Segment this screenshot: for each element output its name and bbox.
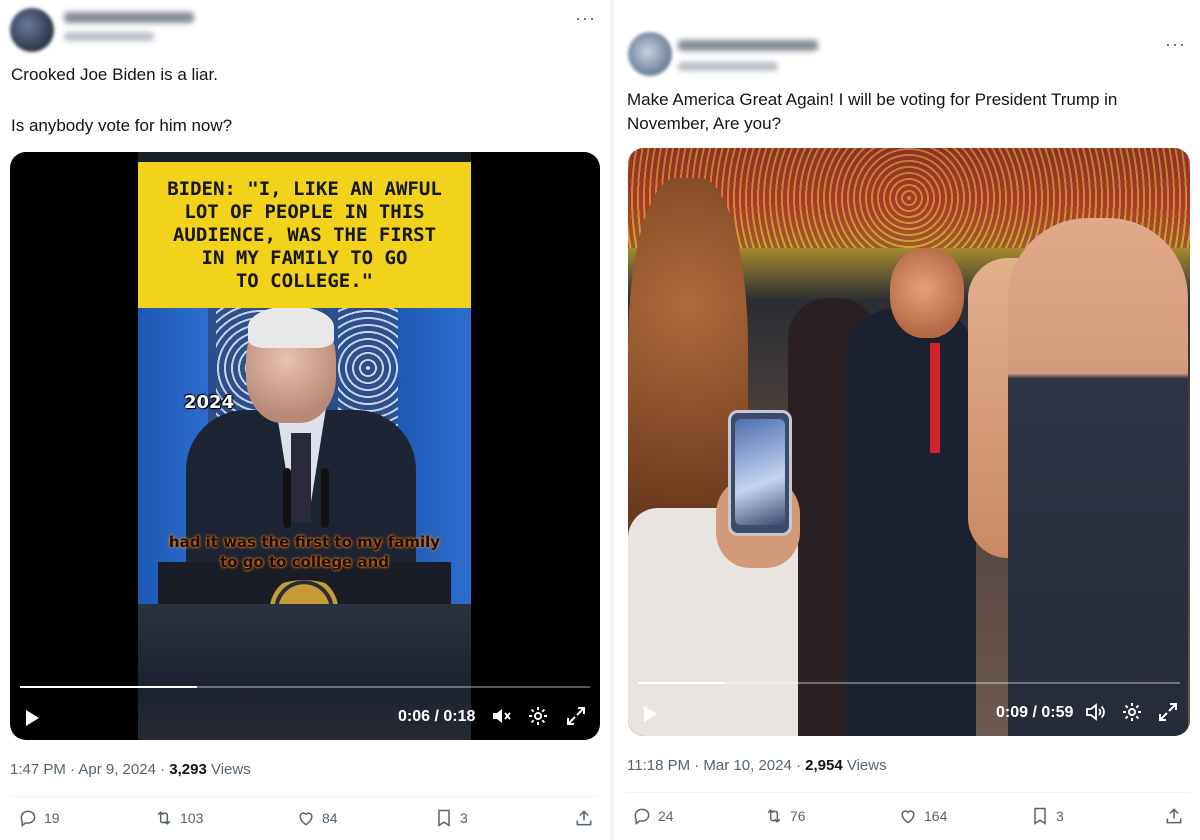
post-divider	[610, 0, 614, 840]
repost-count: 103	[180, 810, 204, 826]
tweet-timestamp[interactable]: 1:47 PM · Apr 9, 2024 ·	[10, 761, 169, 778]
author-handle-redacted[interactable]	[678, 62, 778, 71]
repost-button[interactable]: 103	[154, 808, 203, 828]
views-count: 2,954	[805, 757, 843, 774]
video-subtitle: had it was the first to my family to go …	[138, 532, 471, 572]
speaker-hair	[248, 308, 334, 348]
phone	[728, 410, 792, 536]
bookmark-count: 3	[460, 810, 468, 826]
tweet-right: ··· Make America Great Again! I will be …	[616, 0, 1200, 840]
heart-icon	[901, 810, 915, 824]
more-icon[interactable]: ···	[1165, 35, 1186, 53]
author-handle-redacted[interactable]	[64, 32, 154, 41]
microphone	[321, 468, 329, 528]
volume-icon[interactable]	[1084, 700, 1108, 724]
like-button[interactable]: 164	[898, 806, 947, 826]
bookmark-button[interactable]: 3	[434, 808, 468, 828]
tweet-text-line-1: Crooked Joe Biden is a liar.	[11, 65, 218, 84]
video-subtitle-line-2: to go to college and	[220, 553, 389, 571]
bookmark-icon	[1034, 807, 1046, 825]
avatar[interactable]	[10, 8, 54, 52]
fullscreen-icon[interactable]	[1156, 700, 1180, 724]
tweet-actions: 24 76 164 3	[616, 806, 1200, 836]
video-player[interactable]: 0:09 / 0:59	[628, 148, 1190, 736]
tweet-actions: 19 103 84 3	[0, 808, 608, 838]
heart-icon	[299, 812, 313, 826]
tweet-text-line-2: Is anybody vote for him now?	[11, 116, 233, 135]
video-progress-bar[interactable]	[20, 686, 590, 688]
reply-button[interactable]: 24	[632, 806, 674, 826]
tweet-text-line-1: Make America Great Again! I will be voti…	[627, 90, 1118, 109]
share-button[interactable]	[574, 808, 594, 828]
video-year-overlay: 2024	[184, 392, 235, 413]
video-subtitle-line-1: had it was the first to my family	[168, 533, 441, 551]
like-count: 84	[322, 810, 338, 826]
repost-icon	[157, 811, 171, 825]
share-icon	[1166, 808, 1182, 824]
person	[1008, 218, 1188, 736]
tweet-left: ··· Crooked Joe Biden is a liar. Is anyb…	[0, 0, 608, 840]
person-head	[890, 248, 964, 338]
video-progress-fill	[638, 682, 725, 684]
repost-count: 76	[790, 808, 806, 824]
bookmark-button[interactable]: 3	[1030, 806, 1064, 826]
gear-icon[interactable]	[1120, 700, 1144, 724]
views-label: Views	[842, 757, 887, 774]
like-button[interactable]: 84	[296, 808, 338, 828]
microphone	[283, 468, 291, 528]
bookmark-count: 3	[1056, 808, 1064, 824]
repost-button[interactable]: 76	[764, 806, 806, 826]
person-suit	[846, 308, 976, 736]
separator	[626, 792, 1190, 793]
video-player[interactable]: BIDEN: "I, LIKE AN AWFUL LOT OF PEOPLE I…	[10, 152, 600, 740]
video-caption: BIDEN: "I, LIKE AN AWFUL LOT OF PEOPLE I…	[167, 177, 442, 292]
video-caption-box: BIDEN: "I, LIKE AN AWFUL LOT OF PEOPLE I…	[138, 162, 471, 308]
tweet-header: ···	[616, 6, 1200, 76]
play-icon[interactable]	[26, 710, 39, 726]
tweet-meta: 1:47 PM · Apr 9, 2024 · 3,293 Views	[10, 761, 251, 778]
like-count: 164	[924, 808, 948, 824]
author-name-redacted[interactable]	[64, 12, 194, 23]
video-time: 0:09 / 0:59	[996, 704, 1074, 721]
avatar[interactable]	[628, 32, 672, 76]
author-name-redacted[interactable]	[678, 40, 818, 51]
gear-icon[interactable]	[526, 704, 550, 728]
reply-button[interactable]: 19	[18, 808, 60, 828]
video-frame: BIDEN: "I, LIKE AN AWFUL LOT OF PEOPLE I…	[138, 152, 471, 740]
views-count: 3,293	[169, 761, 207, 778]
more-icon[interactable]: ···	[575, 9, 596, 27]
reply-icon	[20, 810, 36, 827]
video-progress-bar[interactable]	[638, 682, 1180, 684]
reply-icon	[634, 808, 650, 825]
tweet-text-line-2: November, Are you?	[627, 114, 782, 133]
phone-screen	[735, 419, 785, 525]
tweet-timestamp[interactable]: 11:18 PM · Mar 10, 2024 ·	[627, 757, 805, 774]
repost-icon	[767, 809, 781, 823]
tweet-meta: 11:18 PM · Mar 10, 2024 · 2,954 Views	[627, 757, 887, 774]
video-progress-fill	[20, 686, 197, 688]
video-time: 0:06 / 0:18	[398, 708, 476, 725]
volume-muted-icon[interactable]	[490, 704, 514, 728]
separator	[10, 796, 598, 797]
bookmark-icon	[438, 809, 450, 827]
reply-count: 19	[44, 810, 60, 826]
fullscreen-icon[interactable]	[564, 704, 588, 728]
video-controls: 0:09 / 0:59	[628, 692, 1190, 736]
reply-count: 24	[658, 808, 674, 824]
video-controls: 0:06 / 0:18	[10, 696, 600, 740]
views-label: Views	[206, 761, 251, 778]
tweet-header: ···	[0, 6, 608, 54]
share-icon	[576, 810, 592, 826]
speaker-tie	[291, 433, 311, 523]
share-button[interactable]	[1164, 806, 1184, 826]
red-tie	[930, 343, 940, 453]
play-icon[interactable]	[644, 706, 657, 722]
video-scene	[628, 148, 1190, 736]
